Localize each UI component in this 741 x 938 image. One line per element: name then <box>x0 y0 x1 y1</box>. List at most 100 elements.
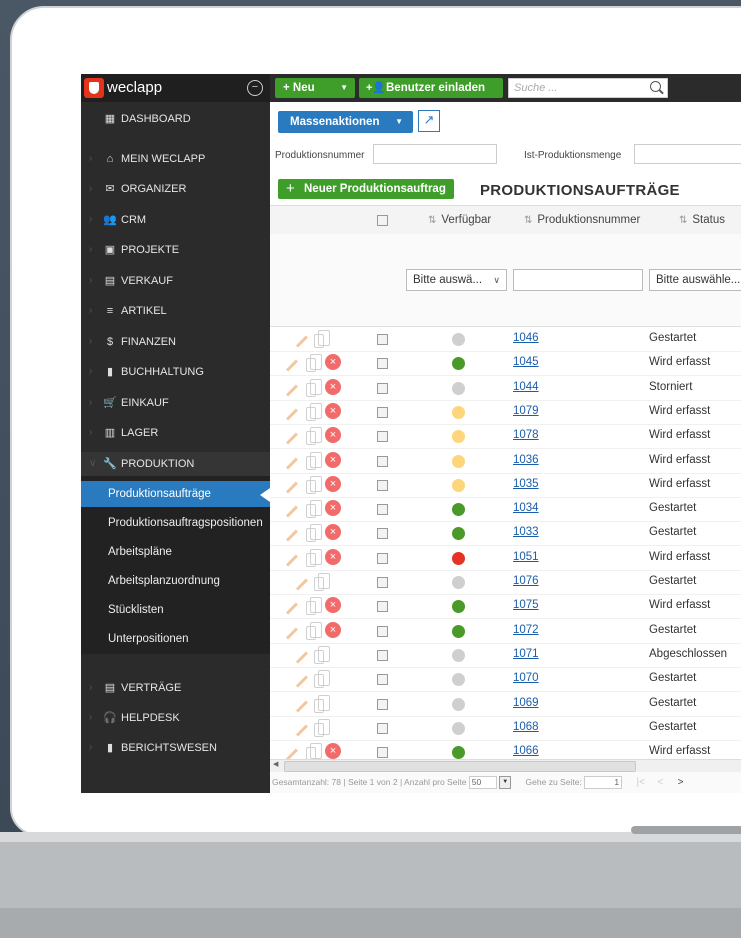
sidebar-item-organizer[interactable]: › ✉ ORGANIZER <box>81 177 270 201</box>
copy-icon[interactable] <box>306 500 322 519</box>
copy-icon[interactable] <box>306 597 322 616</box>
scrollbar-thumb[interactable] <box>284 761 636 772</box>
row-checkbox[interactable] <box>377 698 388 710</box>
row-checkbox[interactable] <box>377 382 388 394</box>
row-checkbox[interactable] <box>377 528 388 540</box>
submenu-item[interactable]: Stücklisten <box>81 597 270 623</box>
submenu-item[interactable]: Unterpositionen <box>81 626 270 652</box>
edit-pencil-icon[interactable] <box>295 675 308 688</box>
row-checkbox[interactable] <box>377 649 388 661</box>
edit-pencil-icon[interactable] <box>295 335 308 348</box>
submenu-item[interactable]: Arbeitspläne <box>81 539 270 565</box>
invite-user-button[interactable]: +👤 Benutzer einladen <box>359 78 503 98</box>
column-verfuegbar[interactable]: ⇅ Verfügbar <box>428 206 491 234</box>
production-number-link[interactable]: 1076 <box>513 575 539 587</box>
production-number-link[interactable]: 1044 <box>513 381 539 393</box>
ist-menge-filter-input[interactable] <box>634 144 741 164</box>
table-row[interactable]: 1069 Gestartet <box>270 692 741 717</box>
minus-circle-icon[interactable]: − <box>247 80 263 96</box>
row-checkbox[interactable] <box>377 358 388 370</box>
sidebar-item-lager[interactable]: › ▥ LAGER <box>81 421 270 445</box>
sidebar-item-artikel[interactable]: › ≡ ARTIKEL <box>81 299 270 323</box>
table-row[interactable]: × 1079 Wird erfasst <box>270 400 741 425</box>
edit-pencil-icon[interactable] <box>295 651 308 664</box>
table-row[interactable]: × 1045 Wird erfasst <box>270 351 741 377</box>
sidebar-item-finanzen[interactable]: › $ FINANZEN <box>81 330 270 354</box>
first-page-icon[interactable]: |< <box>637 777 645 788</box>
row-checkbox[interactable] <box>377 334 388 345</box>
delete-icon[interactable]: × <box>325 451 341 468</box>
copy-icon[interactable] <box>306 378 322 397</box>
edit-pencil-icon[interactable] <box>285 457 298 470</box>
edit-pencil-icon[interactable] <box>285 408 298 421</box>
goto-page-input[interactable]: 1 <box>584 776 623 790</box>
production-number-link[interactable]: 1034 <box>513 502 539 514</box>
copy-icon[interactable] <box>306 475 322 494</box>
delete-icon[interactable]: × <box>325 402 341 419</box>
row-checkbox[interactable] <box>377 625 388 637</box>
table-row[interactable]: × 1072 Gestartet <box>270 619 741 644</box>
sidebar-item-projekte[interactable]: › ▣ PROJEKTE <box>81 238 270 262</box>
edit-pencil-icon[interactable] <box>285 432 298 445</box>
production-number-link[interactable]: 1068 <box>513 721 539 733</box>
copy-icon[interactable] <box>306 427 322 446</box>
delete-icon[interactable]: × <box>325 475 341 492</box>
sidebar-item-crm[interactable]: › 👥 CRM <box>81 208 270 232</box>
table-row[interactable]: × 1034 Gestartet <box>270 497 741 523</box>
search-input[interactable]: Suche ... <box>508 78 668 98</box>
row-checkbox[interactable] <box>377 674 388 686</box>
production-number-link[interactable]: 1069 <box>513 697 539 709</box>
sidebar-item-mein-weclapp[interactable]: › ⌂ MEIN WECLAPP <box>81 147 270 171</box>
edit-pencil-icon[interactable] <box>285 529 298 542</box>
production-number-link[interactable]: 1078 <box>513 429 539 441</box>
table-row[interactable]: 1068 Gestartet <box>270 716 741 741</box>
edit-pencil-icon[interactable] <box>285 627 298 640</box>
table-row[interactable]: × 1075 Wird erfasst <box>270 594 741 620</box>
sidebar-item-verkauf[interactable]: › ▤ VERKAUF <box>81 269 270 293</box>
copy-icon[interactable] <box>306 743 322 762</box>
delete-icon[interactable]: × <box>325 378 341 395</box>
delete-icon[interactable]: × <box>325 548 341 565</box>
sidebar-item-verträge[interactable]: › ▤ VERTRÄGE <box>81 676 270 700</box>
prev-page-icon[interactable]: < <box>657 777 663 788</box>
edit-pencil-icon[interactable] <box>295 700 308 713</box>
status-filter-select[interactable]: Bitte auswähle... <box>649 269 741 291</box>
copy-icon[interactable] <box>314 573 330 591</box>
edit-pencil-icon[interactable] <box>285 481 298 494</box>
production-number-link[interactable]: 1045 <box>513 356 539 368</box>
mass-actions-button[interactable]: Massenaktionen ▼ <box>278 111 413 133</box>
submenu-item[interactable]: Arbeitsplanzuordnung <box>81 568 270 594</box>
row-checkbox[interactable] <box>377 601 388 613</box>
scroll-left-icon[interactable]: ◀ <box>273 760 278 768</box>
submenu-item[interactable]: Produktionsaufträge <box>81 481 270 507</box>
delete-icon[interactable]: × <box>325 597 341 614</box>
production-number-link[interactable]: 1072 <box>513 624 539 636</box>
submenu-item[interactable]: Produktionsauftragspositionen <box>81 510 270 536</box>
new-button[interactable]: + Neu ▼ <box>275 78 355 98</box>
edit-pencil-icon[interactable] <box>295 724 308 737</box>
verfuegbar-filter-select[interactable]: Bitte auswä... ∨ <box>406 269 507 291</box>
produktionsnummer-filter-input[interactable] <box>373 144 497 164</box>
row-checkbox[interactable] <box>377 747 388 759</box>
sidebar-item-einkauf[interactable]: › 🛒 EINKAUF <box>81 391 270 415</box>
row-checkbox[interactable] <box>377 455 388 467</box>
copy-icon[interactable] <box>306 524 322 543</box>
table-row[interactable]: × 1036 Wird erfasst <box>270 449 741 474</box>
search-icon[interactable] <box>650 81 661 92</box>
table-row[interactable]: × 1035 Wird erfasst <box>270 473 741 498</box>
delete-icon[interactable]: × <box>325 427 341 444</box>
table-row[interactable]: × 1051 Wird erfasst <box>270 546 741 571</box>
delete-icon[interactable]: × <box>325 500 341 517</box>
per-page-select[interactable]: 50 <box>468 776 497 790</box>
copy-icon[interactable] <box>306 354 322 373</box>
sidebar-item-berichtswesen[interactable]: › ▮ BERICHTSWESEN <box>81 736 270 760</box>
production-number-link[interactable]: 1071 <box>513 648 539 660</box>
edit-pencil-icon[interactable] <box>295 578 308 591</box>
production-number-link[interactable]: 1066 <box>513 745 539 757</box>
production-number-link[interactable]: 1070 <box>513 672 539 684</box>
delete-icon[interactable]: × <box>325 524 341 541</box>
table-row[interactable]: 1076 Gestartet <box>270 570 741 595</box>
row-checkbox[interactable] <box>377 577 388 588</box>
table-row[interactable]: × 1044 Storniert <box>270 376 741 401</box>
edit-pencil-icon[interactable] <box>285 359 298 372</box>
